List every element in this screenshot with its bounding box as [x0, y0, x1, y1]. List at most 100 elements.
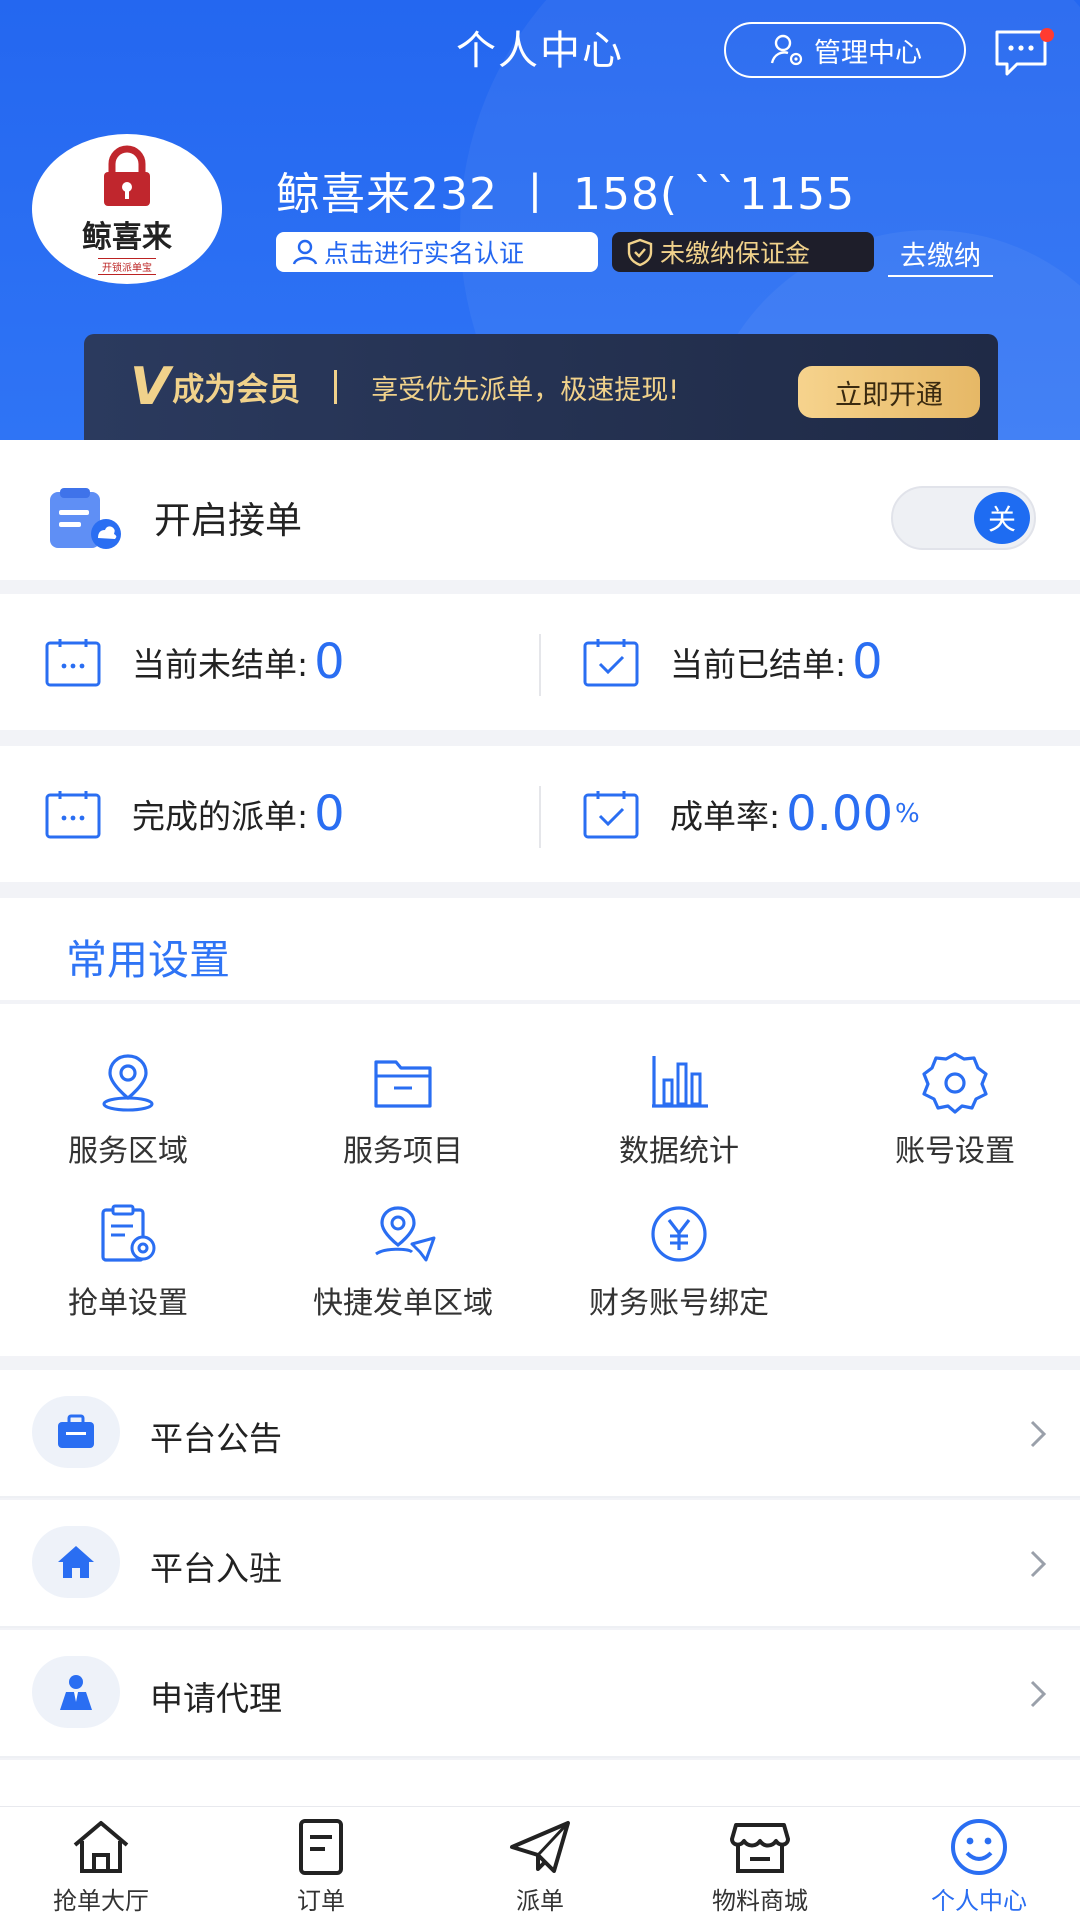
- grid-item-label: 服务项目: [343, 1134, 463, 1169]
- vip-separator: [334, 370, 338, 404]
- stat-unit: %: [895, 799, 920, 829]
- list-icon-bg: [32, 1396, 120, 1468]
- go-pay-link[interactable]: 去缴纳: [888, 234, 993, 277]
- grid-item-grab-settings[interactable]: 抢单设置: [0, 1202, 263, 1322]
- user-gear-icon: [770, 34, 803, 66]
- tab-label: 个人中心: [931, 1887, 1027, 1915]
- stat-label: 当前未结单:: [132, 645, 309, 684]
- list-item-partial: [0, 1760, 1080, 1806]
- list-icon-bg: [32, 1656, 120, 1728]
- stat-rate: 成单率: 0.00 %: [582, 746, 920, 882]
- admin-center-button[interactable]: 管理中心: [724, 22, 966, 78]
- avatar-slogan: 开锁派单宝: [98, 257, 156, 275]
- grid-item-label: 账号设置: [895, 1134, 1015, 1169]
- calendar-check-icon: [583, 791, 639, 839]
- calendar-icon: [45, 791, 101, 839]
- list-item-label: 平台入驻: [150, 1549, 282, 1588]
- order-switch-label: 开启接单: [154, 499, 302, 542]
- admin-center-label: 管理中心: [814, 37, 922, 69]
- common-settings-header: 常用设置: [0, 898, 1080, 1000]
- grid-item-label: 服务区域: [68, 1134, 188, 1169]
- order-toggle[interactable]: 关: [891, 486, 1036, 550]
- avatar-brand: 鲸喜来: [82, 219, 172, 255]
- chevron-right-icon: [1030, 1420, 1047, 1448]
- grid-item-service-area[interactable]: 服务区域: [0, 1050, 263, 1170]
- stat-divider: [539, 786, 541, 848]
- stat-completed: 当前已结单: 0: [582, 594, 883, 730]
- chevron-right-icon: [1030, 1550, 1047, 1578]
- stat-divider: [539, 634, 541, 696]
- tab-label: 订单: [297, 1887, 345, 1915]
- order-cloud-icon: [50, 488, 121, 549]
- grid-item-quick-dispatch-area[interactable]: 快捷发单区域: [268, 1202, 538, 1322]
- profile-header: 个人中心 管理中心 鲸喜来 开锁派单宝 鲸喜来232 丨 158(``1155…: [0, 0, 1080, 440]
- send-icon: [510, 1821, 570, 1873]
- vip-open-button[interactable]: 立即开通: [798, 366, 980, 418]
- tab-dispatch[interactable]: 派单: [460, 1817, 620, 1916]
- grid-item-service-project[interactable]: 服务项目: [268, 1050, 538, 1170]
- notification-dot: [1040, 28, 1054, 42]
- stat-value: 0: [852, 634, 883, 690]
- clipboard-gear-icon: [101, 1204, 156, 1262]
- grid-item-label: 数据统计: [619, 1134, 739, 1169]
- stat-dispatched: 完成的派单: 0: [44, 746, 345, 882]
- bottom-tab-bar: 抢单大厅 订单 派单 物料商城 个人中心: [0, 1806, 1080, 1920]
- avatar[interactable]: 鲸喜来 开锁派单宝: [32, 134, 222, 284]
- chevron-right-icon: [1030, 1680, 1047, 1708]
- location-pin-icon: [102, 1054, 154, 1112]
- briefcase-icon: [58, 1414, 94, 1448]
- list-item-settle-in[interactable]: 平台入驻: [0, 1500, 1080, 1628]
- bar-chart-icon: [652, 1056, 708, 1108]
- gear-icon: [922, 1052, 988, 1114]
- agent-icon: [60, 1675, 92, 1710]
- vip-banner[interactable]: V 成为会员 享受优先派单，极速提现! 立即开通: [84, 334, 998, 440]
- stat-value: 0.00: [786, 786, 893, 842]
- smile-icon: [951, 1819, 1007, 1875]
- list-icon-bg: [32, 1526, 120, 1598]
- stat-label: 成单率:: [670, 797, 781, 836]
- common-settings-title: 常用设置: [66, 936, 230, 984]
- grid-item-label: 快捷发单区域: [313, 1286, 493, 1321]
- tab-label: 派单: [516, 1887, 564, 1915]
- stats-row-1: 当前未结单: 0 当前已结单: 0: [0, 594, 1080, 730]
- tab-label: 抢单大厅: [53, 1887, 149, 1915]
- folder-icon: [374, 1060, 432, 1108]
- grid-item-data-stats[interactable]: 数据统计: [544, 1050, 814, 1170]
- tab-label: 物料商城: [712, 1887, 808, 1915]
- calendar-check-icon: [583, 639, 639, 687]
- real-name-auth-label: 点击进行实名认证: [324, 239, 525, 268]
- tab-grab-hall[interactable]: 抢单大厅: [21, 1817, 181, 1916]
- tab-orders[interactable]: 订单: [241, 1817, 401, 1916]
- user-icon: [292, 239, 318, 265]
- list-item-agent[interactable]: 申请代理: [0, 1630, 1080, 1758]
- page: 个人中心 管理中心 鲸喜来 开锁派单宝 鲸喜来232 丨 158(``1155…: [0, 0, 1080, 1920]
- calendar-icon: [45, 639, 101, 687]
- yuan-icon: [651, 1206, 707, 1262]
- stat-label: 完成的派单:: [132, 797, 309, 836]
- list-item-label: 平台公告: [150, 1419, 282, 1458]
- home-icon: [58, 1546, 94, 1578]
- list-item-label: 申请代理: [150, 1679, 282, 1718]
- shield-icon: [627, 238, 653, 267]
- order-list-icon: [299, 1819, 343, 1875]
- home-outline-icon: [73, 1821, 129, 1873]
- common-settings-grid: 服务区域 服务项目 数据统计 账号设置 抢单设置 快捷发单区域 财务账号绑定: [0, 1004, 1080, 1356]
- deposit-status-label: 未缴纳保证金: [660, 239, 811, 268]
- vip-description: 享受优先派单，极速提现!: [371, 374, 680, 406]
- grid-item-account-settings[interactable]: 账号设置: [820, 1050, 1080, 1170]
- tab-materials-mall[interactable]: 物料商城: [680, 1817, 840, 1916]
- order-toggle-knob: 关: [974, 492, 1030, 544]
- stat-label: 当前已结单:: [670, 645, 847, 684]
- store-icon: [730, 1823, 790, 1873]
- tab-personal-center[interactable]: 个人中心: [899, 1817, 1059, 1916]
- stat-value: 0: [314, 786, 345, 842]
- real-name-auth-button[interactable]: 点击进行实名认证: [276, 232, 598, 272]
- stat-value: 0: [314, 634, 345, 690]
- lock-logo-icon: [104, 145, 150, 206]
- vip-v-mark: V: [130, 357, 171, 417]
- list-item-announcement[interactable]: 平台公告: [0, 1370, 1080, 1498]
- grid-item-finance-binding[interactable]: 财务账号绑定: [544, 1202, 814, 1322]
- vip-title: 成为会员: [172, 370, 301, 408]
- grid-item-label: 财务账号绑定: [589, 1286, 769, 1321]
- stats-row-2: 完成的派单: 0 成单率: 0.00 %: [0, 746, 1080, 882]
